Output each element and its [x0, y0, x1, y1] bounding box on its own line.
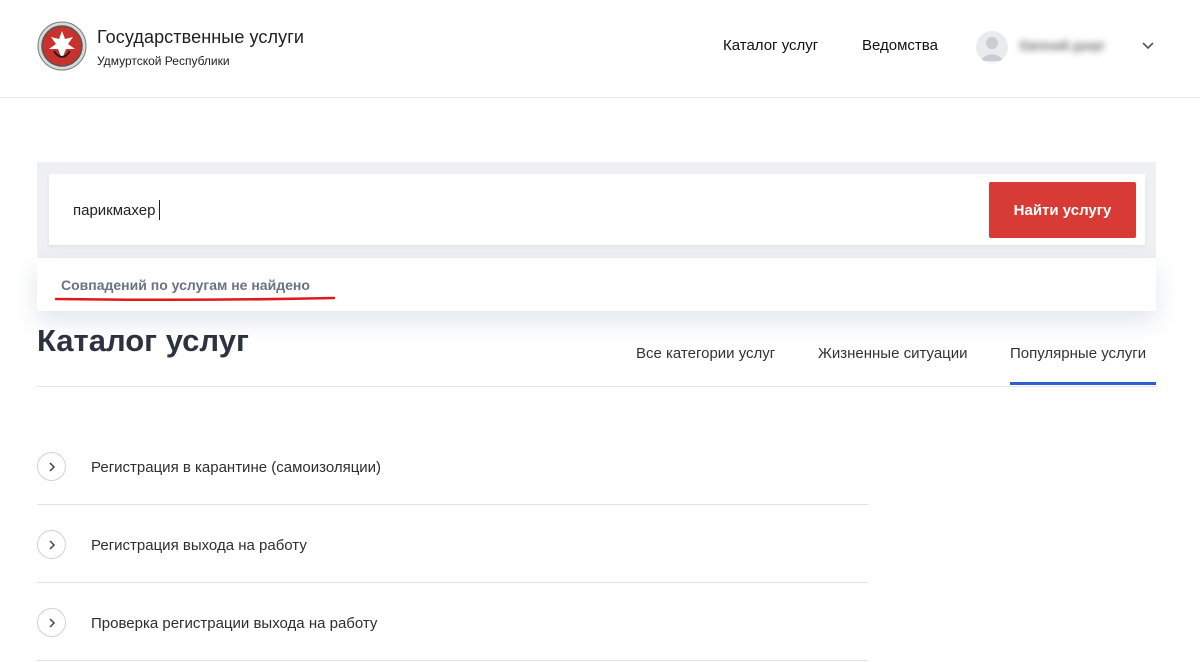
nav-departments-link[interactable]: Ведомства: [862, 37, 938, 54]
service-item-check-registration[interactable]: Проверка регистрации выхода на работу: [37, 583, 868, 661]
chevron-right-icon[interactable]: [37, 452, 66, 481]
chevron-right-icon[interactable]: [37, 530, 66, 559]
service-label: Регистрация в карантине (самоизоляции): [91, 459, 382, 476]
highlight-underline: [55, 296, 335, 302]
brand-subtitle: Удмуртской Республики: [97, 54, 230, 68]
no-results-message: Совпадений по услугам не найдено: [61, 277, 310, 293]
tab-active-indicator: [1010, 382, 1156, 385]
brand-title: Государственные услуги: [97, 27, 305, 47]
service-label: Регистрация выхода на работу: [91, 537, 307, 554]
service-item-quarantine[interactable]: Регистрация в карантине (самоизоляции): [37, 427, 868, 505]
search-input[interactable]: [73, 198, 953, 222]
chevron-down-icon[interactable]: [1141, 41, 1155, 51]
udmurtia-emblem-icon[interactable]: [37, 21, 87, 71]
search-box: [49, 174, 1145, 245]
service-label: Проверка регистрации выхода на работу: [91, 615, 378, 632]
tab-all-categories[interactable]: Все категории услуг: [636, 345, 775, 362]
user-name[interactable]: Евгений дзнрг: [1020, 38, 1105, 53]
tab-popular-services[interactable]: Популярные услуги: [1010, 345, 1146, 362]
search-results-dropdown: Совпадений по услугам не найдено: [37, 258, 1156, 311]
site-header: Государственные услуги Удмуртской Респуб…: [0, 0, 1200, 98]
text-caret: [159, 200, 160, 220]
user-avatar-icon[interactable]: [976, 31, 1008, 63]
search-button[interactable]: Найти услугу: [989, 182, 1136, 238]
page-title: Каталог услуг: [37, 323, 249, 358]
chevron-right-icon[interactable]: [37, 608, 66, 637]
nav-catalog-link[interactable]: Каталог услуг: [723, 37, 818, 54]
service-item-work-registration[interactable]: Регистрация выхода на работу: [37, 505, 868, 583]
tab-life-situations[interactable]: Жизненные ситуации: [818, 345, 968, 362]
tabs-divider: [37, 386, 1156, 387]
